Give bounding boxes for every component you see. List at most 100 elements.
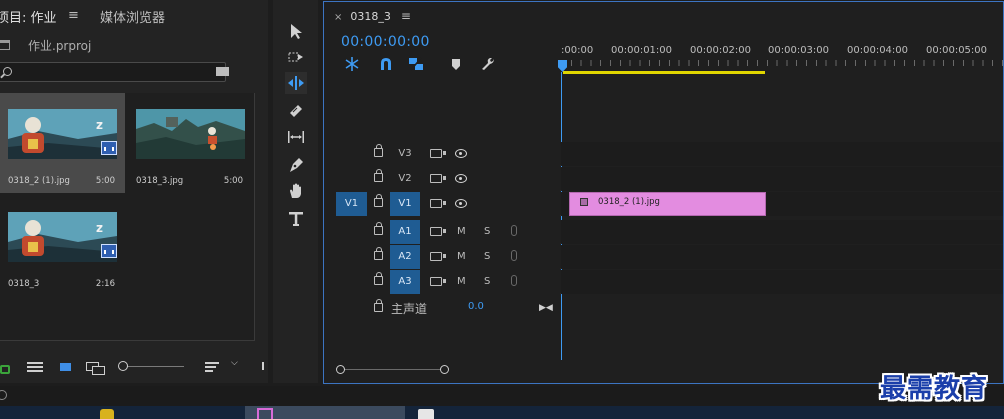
playhead-line: [561, 72, 562, 360]
freeform-view-icon[interactable]: [86, 362, 105, 375]
taskbar-active-app[interactable]: [245, 406, 405, 419]
ruler-label: :00:00: [561, 45, 594, 56]
lock-icon[interactable]: [374, 169, 383, 182]
lock-icon[interactable]: [374, 194, 383, 207]
go-to-in-out-icon[interactable]: ▶◀: [539, 303, 553, 313]
thumbnail-zoom-slider[interactable]: [118, 360, 188, 372]
pen-tool-icon[interactable]: [285, 154, 307, 176]
project-search[interactable]: [0, 62, 226, 82]
tab-sequence[interactable]: × 0318_3 ≡: [334, 9, 411, 23]
track-a3: A3 M S: [324, 270, 1003, 294]
slider-handle[interactable]: [118, 361, 128, 371]
media-item-0318-2-1[interactable]: z 0318_2 (1).jpg 5:00: [0, 93, 125, 193]
sync-lock-icon[interactable]: [430, 174, 446, 183]
sync-lock-icon[interactable]: [430, 277, 446, 286]
media-item-name: 0318_2 (1).jpg: [8, 176, 70, 186]
solo-button[interactable]: S: [484, 245, 490, 269]
mute-button[interactable]: M: [457, 220, 466, 244]
mic-icon[interactable]: [511, 225, 517, 236]
wrench-settings-icon[interactable]: [480, 56, 496, 72]
media-item-sequence-0318-3[interactable]: z 0318_3 2:16: [0, 196, 125, 296]
media-item-0318-3-jpg[interactable]: 0318_3.jpg 5:00: [128, 93, 253, 193]
add-marker-icon[interactable]: [448, 56, 464, 72]
track-lane[interactable]: 0318_2 (1).jpg: [561, 192, 1003, 216]
source-patch-v1[interactable]: V1: [336, 192, 367, 216]
track-lane[interactable]: [561, 270, 1003, 294]
sequence-icon: [101, 244, 117, 258]
lock-icon[interactable]: [374, 144, 383, 157]
search-input[interactable]: [15, 64, 215, 80]
clip-name: 0318_2 (1).jpg: [598, 197, 660, 207]
solo-button[interactable]: S: [484, 270, 490, 294]
close-icon[interactable]: ×: [334, 12, 342, 23]
snap-magnet-icon[interactable]: [378, 56, 394, 72]
track-lane[interactable]: [561, 220, 1003, 244]
panel-grip-icon: [262, 362, 264, 370]
sort-icons-icon[interactable]: [205, 362, 219, 372]
lock-icon[interactable]: [374, 247, 383, 260]
linked-selection-icon[interactable]: [408, 56, 424, 72]
track-v3: V3: [324, 142, 1003, 166]
sync-lock-icon[interactable]: [430, 227, 446, 236]
sync-lock-icon[interactable]: [430, 199, 446, 208]
timeline-zoom-scrollbar[interactable]: [336, 365, 449, 374]
list-view-icon[interactable]: [27, 362, 43, 372]
icon-view-icon[interactable]: [60, 363, 71, 371]
type-tool-icon[interactable]: [285, 208, 307, 230]
playhead-timecode[interactable]: 00:00:00:00: [341, 34, 430, 50]
write-lock-icon[interactable]: [0, 365, 10, 374]
ruler-ticks: [561, 60, 1004, 66]
timeline-clip[interactable]: 0318_2 (1).jpg: [569, 192, 766, 216]
premiere-app-icon: [257, 408, 273, 419]
track-name[interactable]: A1: [390, 220, 420, 244]
mic-icon[interactable]: [511, 250, 517, 261]
razor-tool-icon[interactable]: [285, 100, 307, 122]
scrollbar-left-handle[interactable]: [336, 365, 345, 374]
track-lane[interactable]: [561, 142, 1003, 166]
eye-icon[interactable]: [455, 199, 467, 208]
lock-icon[interactable]: [374, 222, 383, 235]
media-item-duration: 5:00: [223, 176, 243, 186]
lock-icon[interactable]: [374, 299, 383, 312]
chevron-down-icon[interactable]: ⌵: [231, 358, 238, 368]
track-name[interactable]: A2: [390, 245, 420, 269]
track-name[interactable]: V2: [390, 167, 420, 191]
project-tab-bar: 项目: 作业 ≡ 媒体浏览器: [0, 0, 268, 30]
slip-tool-icon[interactable]: [285, 126, 307, 148]
tab-project[interactable]: 项目: 作业: [0, 7, 57, 26]
nest-sequence-icon[interactable]: [344, 56, 360, 72]
taskbar-app-icon[interactable]: [418, 409, 434, 419]
mute-button[interactable]: M: [457, 270, 466, 294]
ripple-edit-tool-icon[interactable]: [285, 72, 307, 94]
track-header: A3 M S: [324, 270, 560, 294]
eye-icon[interactable]: [455, 174, 467, 183]
time-ruler[interactable]: :00:00 00:00:01:00 00:00:02:00 00:00:03:…: [561, 42, 1004, 78]
selection-tool-icon[interactable]: [285, 20, 307, 42]
track-name[interactable]: V1: [390, 192, 420, 216]
sync-lock-icon[interactable]: [430, 252, 446, 261]
solo-button[interactable]: S: [484, 220, 490, 244]
track-header: V2: [324, 167, 560, 191]
track-name[interactable]: V3: [390, 142, 420, 166]
work-area-bar[interactable]: [563, 71, 765, 74]
mic-icon[interactable]: [511, 275, 517, 286]
timeline-menu-icon[interactable]: ≡: [401, 9, 411, 23]
master-volume-value[interactable]: 0.0: [468, 301, 484, 312]
track-name[interactable]: A3: [390, 270, 420, 294]
search-icon: [3, 67, 12, 76]
eye-icon[interactable]: [455, 149, 467, 158]
new-search-bin-button[interactable]: [212, 62, 232, 82]
lock-icon[interactable]: [374, 272, 383, 285]
taskbar-app-icon[interactable]: [100, 409, 114, 419]
track-lane[interactable]: [561, 245, 1003, 269]
track-header: V1 V1: [324, 192, 560, 216]
scrollbar-right-handle[interactable]: [440, 365, 449, 374]
tab-media-browser[interactable]: 媒体浏览器: [100, 7, 165, 26]
mute-button[interactable]: M: [457, 245, 466, 269]
track-lane[interactable]: [561, 167, 1003, 191]
hand-tool-icon[interactable]: [285, 180, 307, 202]
track-select-tool-icon[interactable]: [285, 46, 307, 68]
sync-lock-icon[interactable]: [430, 149, 446, 158]
project-panel-menu-icon[interactable]: ≡: [68, 8, 79, 23]
svg-text:z: z: [96, 221, 103, 235]
